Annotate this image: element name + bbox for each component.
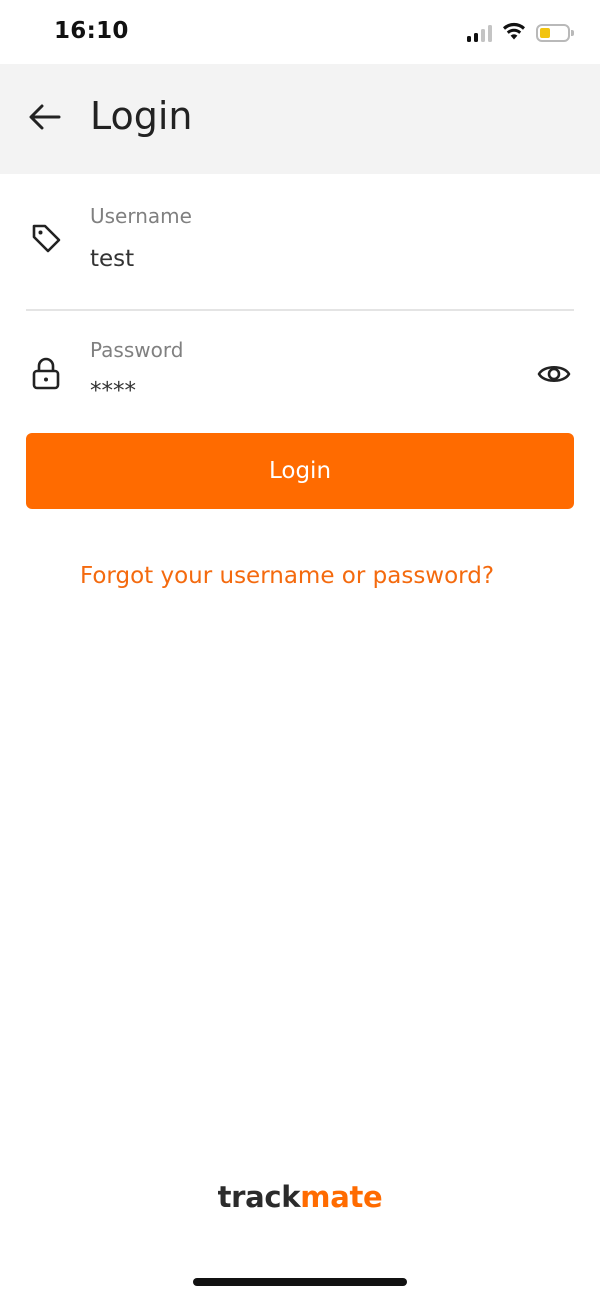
- password-field[interactable]: Password ****: [26, 334, 574, 424]
- battery-icon: [536, 24, 574, 42]
- username-field[interactable]: Username test: [26, 200, 574, 300]
- page-title: Login: [90, 94, 193, 138]
- logo-text-mate: mate: [300, 1180, 383, 1214]
- trackmate-logo: trackmate: [0, 1180, 600, 1214]
- logo-text-track: track: [217, 1180, 301, 1214]
- cellular-signal-icon: [467, 24, 492, 42]
- status-bar: 16:10: [0, 0, 600, 64]
- login-button[interactable]: Login: [26, 433, 574, 509]
- toggle-password-visibility-button[interactable]: [534, 356, 574, 396]
- status-time: 16:10: [54, 18, 129, 44]
- app-header: Login: [0, 64, 600, 174]
- status-icons: [467, 20, 574, 46]
- field-divider: [26, 309, 574, 311]
- forgot-credentials-link[interactable]: Forgot your username or password?: [0, 563, 574, 589]
- back-button[interactable]: [22, 96, 68, 142]
- username-input[interactable]: test: [90, 246, 134, 272]
- login-screen: 16:10 Login Username test Password **** …: [0, 0, 600, 1299]
- tag-icon: [26, 218, 66, 258]
- arrow-left-icon: [28, 103, 62, 135]
- password-input[interactable]: ****: [90, 378, 136, 404]
- eye-icon: [537, 361, 571, 391]
- password-label: Password: [90, 338, 184, 362]
- username-label: Username: [90, 204, 192, 228]
- home-indicator[interactable]: [193, 1278, 407, 1286]
- lock-icon: [26, 354, 66, 394]
- wifi-icon: [502, 22, 526, 44]
